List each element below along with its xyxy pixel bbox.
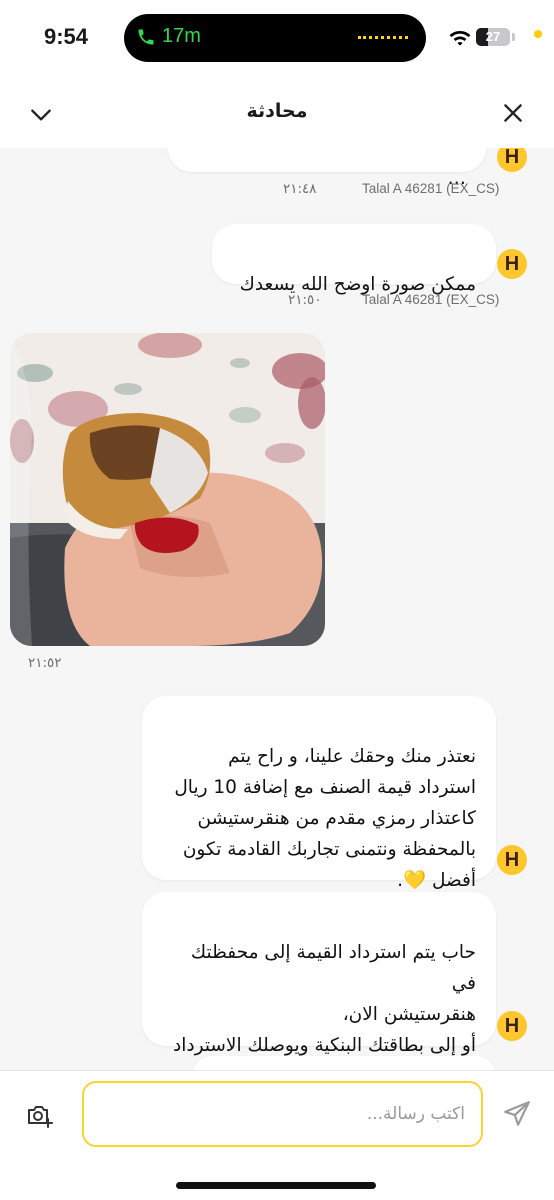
chat-messages[interactable]: … H Talal A 46281 (EX_CS) ٢١:٤٨ ممكن صور… xyxy=(0,148,554,1070)
message-input[interactable] xyxy=(82,1081,483,1147)
camera-add-icon[interactable] xyxy=(26,1101,54,1129)
dynamic-island-call[interactable]: 17m xyxy=(124,14,426,62)
page-title: محادثة xyxy=(246,100,308,122)
agent-avatar: H xyxy=(497,845,527,875)
message-text: حاب يتم استرداد القيمة إلى محفظتك في هنق… xyxy=(173,942,476,1070)
message-text: نعتذر منك وحقك علينا، و راح يتم استرداد … xyxy=(174,746,476,891)
status-bar: 9:54 17m 27 xyxy=(0,0,554,80)
message-bubble: … xyxy=(168,148,486,189)
audio-wave-icon xyxy=(358,36,408,40)
message-bubble: نعتذر منك وحقك علينا، و راح يتم استرداد … xyxy=(142,696,496,891)
location-dot-icon xyxy=(534,30,542,38)
battery-level: 27 xyxy=(485,29,501,44)
status-time: 9:54 xyxy=(44,24,89,49)
agent-avatar: H xyxy=(497,1011,527,1041)
wifi-icon xyxy=(449,31,471,46)
message-sender: Talal A 46281 (EX_CS) xyxy=(362,292,500,307)
send-icon[interactable] xyxy=(502,1099,532,1129)
battery-indicator: 27 xyxy=(476,28,510,46)
message-time: ٢١:٥٠ xyxy=(288,292,322,308)
message-bubble: حاب يتم استرداد القيمة إلى محفظتك في هنق… xyxy=(142,892,496,1070)
chat-header: محادثة xyxy=(0,80,554,148)
close-icon[interactable] xyxy=(500,100,526,126)
message-bubble xyxy=(192,1056,496,1070)
message-bubble: ممكن صورة اوضح الله يسعدك xyxy=(212,224,496,295)
message-time: ٢١:٤٨ xyxy=(283,181,317,197)
agent-avatar: H xyxy=(497,148,527,172)
user-photo-message[interactable] xyxy=(10,333,325,646)
call-timer: 17m xyxy=(162,25,201,47)
message-sender: Talal A 46281 (EX_CS) xyxy=(362,181,500,196)
phone-icon xyxy=(138,29,154,45)
message-time: ٢١:٥٢ xyxy=(28,655,62,671)
agent-avatar: H xyxy=(497,249,527,279)
home-indicator xyxy=(176,1182,376,1189)
food-photo xyxy=(10,333,325,646)
message-composer xyxy=(0,1070,554,1200)
